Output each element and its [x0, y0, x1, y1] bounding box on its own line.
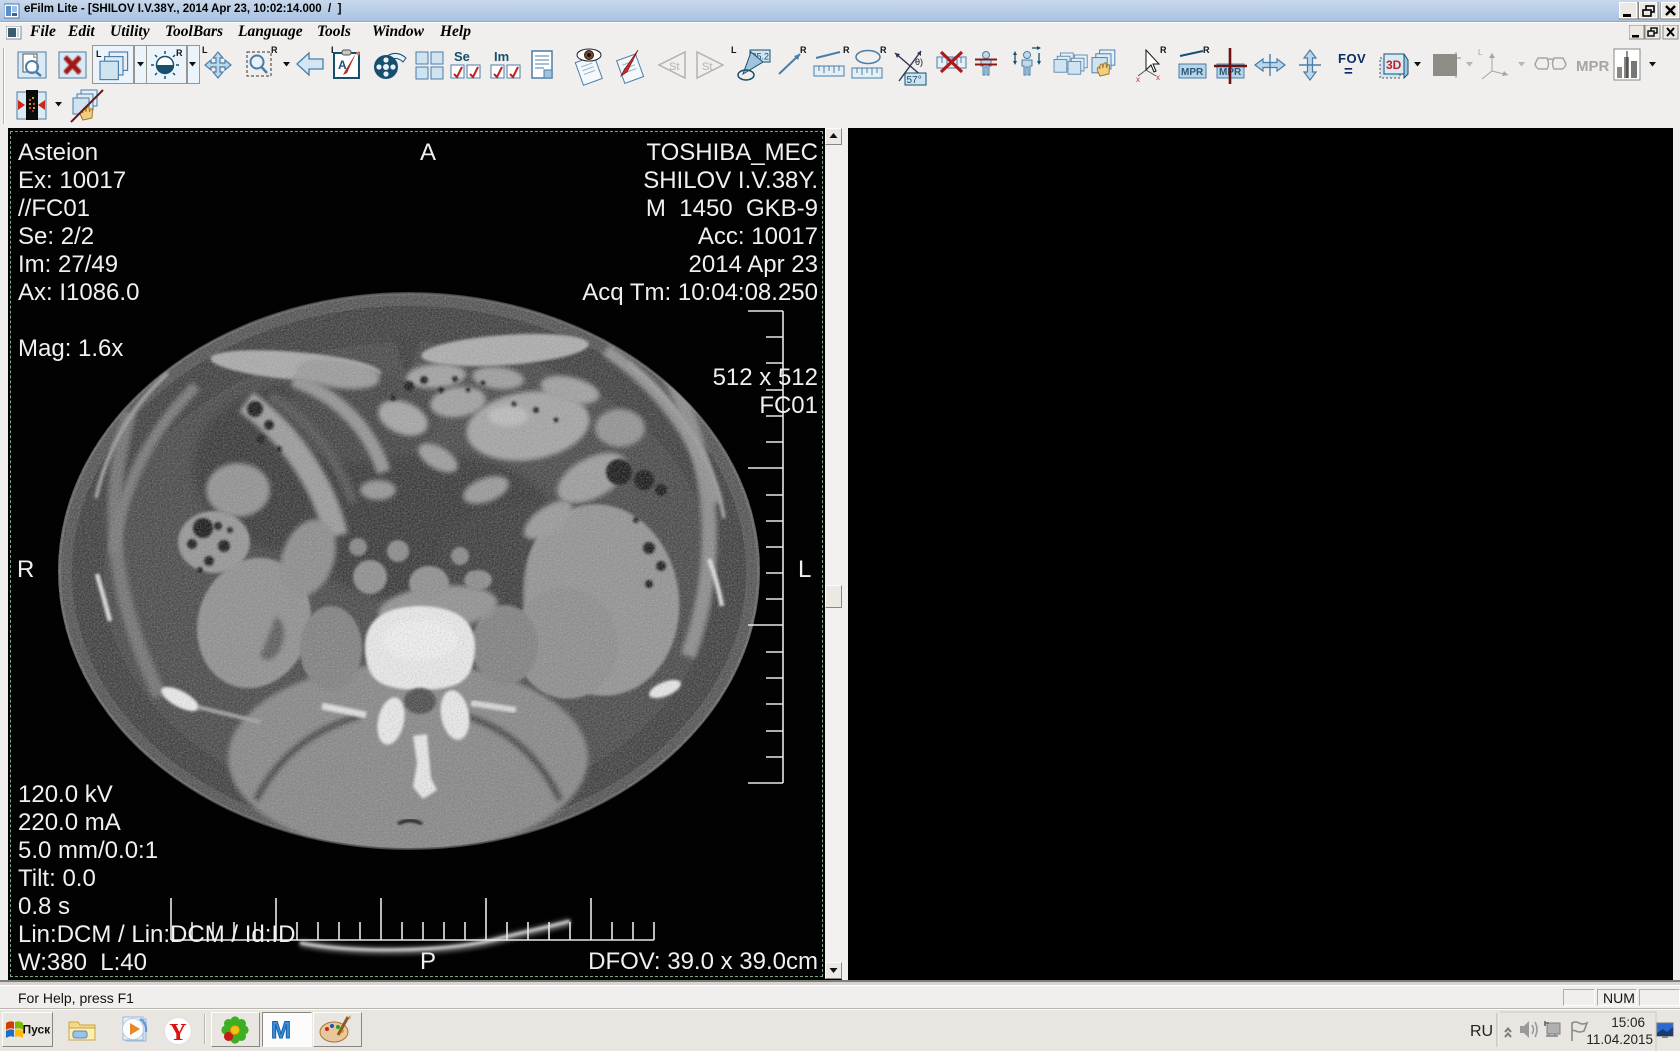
svg-text:RU: RU	[1470, 1023, 1493, 1040]
svg-text:11.04.2015: 11.04.2015	[1586, 1032, 1653, 1047]
svg-text:R: R	[1203, 45, 1210, 55]
svg-text:R: R	[271, 45, 278, 55]
svg-text:St: St	[702, 61, 712, 73]
svg-text:R: R	[1160, 45, 1167, 55]
svg-text:15:06: 15:06	[1611, 1015, 1645, 1030]
svg-text:Se: Se	[454, 49, 470, 64]
svg-text:A: A	[338, 58, 347, 72]
svg-text:M: M	[271, 1017, 291, 1044]
svg-text:R: R	[800, 45, 807, 55]
svg-text:L: L	[202, 45, 208, 55]
svg-text:St: St	[669, 61, 679, 73]
svg-text:L: L	[1478, 48, 1483, 57]
svg-text:57°: 57°	[907, 75, 922, 86]
svg-text:=: =	[1344, 63, 1353, 80]
svg-text:x: x	[1156, 73, 1160, 82]
svg-text:R: R	[176, 48, 183, 58]
svg-text:R: R	[843, 45, 850, 55]
svg-text:Пуск: Пуск	[23, 1023, 52, 1037]
svg-text:L: L	[731, 45, 737, 55]
svg-text:L: L	[96, 49, 102, 59]
svg-text:3D: 3D	[1386, 58, 1402, 72]
svg-text:R: R	[880, 45, 887, 55]
svg-text:x: x	[1136, 75, 1140, 84]
svg-text:MPR: MPR	[1576, 58, 1610, 75]
svg-text:Im: Im	[494, 49, 509, 64]
svg-text:MPR: MPR	[1181, 67, 1204, 78]
svg-text:Y: Y	[169, 1020, 186, 1046]
svg-text:θ): θ)	[915, 57, 923, 67]
